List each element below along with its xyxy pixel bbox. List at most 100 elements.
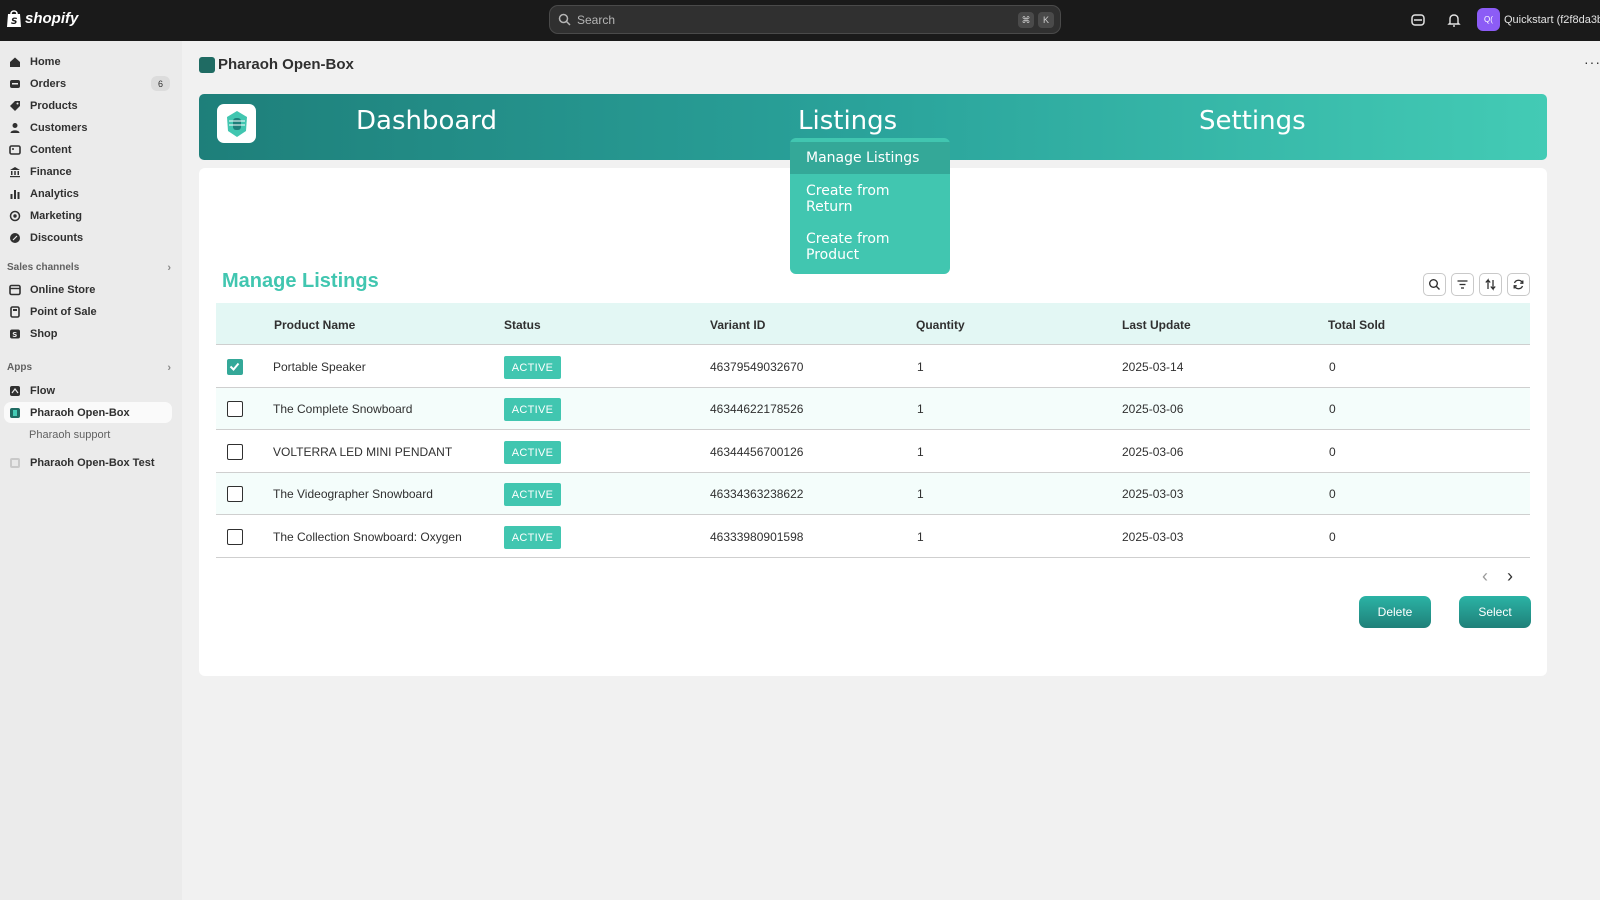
sidebar-item-online-store[interactable]: Online Store [4, 279, 172, 300]
sidebar-item-label: Online Store [30, 283, 96, 296]
search-button[interactable] [1423, 273, 1446, 296]
quantity: 1 [917, 530, 924, 544]
next-page-button[interactable]: › [1507, 566, 1513, 587]
refresh-icon [1513, 279, 1524, 290]
table-row[interactable]: The Collection Snowboard: Oxygen ACTIVE … [216, 516, 1530, 558]
row-checkbox[interactable] [227, 401, 243, 417]
more-actions-button[interactable]: ··· [1584, 54, 1600, 70]
menu-item-create-from-return[interactable]: Create from Return [790, 183, 900, 215]
shopify-logo[interactable]: S shopify [6, 9, 78, 28]
shortcut-key-k: K [1038, 12, 1054, 28]
column-header-quantity[interactable]: Quantity [916, 318, 965, 332]
pharaoh-logo[interactable] [217, 104, 256, 143]
column-header-total-sold[interactable]: Total Sold [1328, 318, 1385, 332]
row-checkbox[interactable] [227, 359, 243, 375]
row-checkbox[interactable] [227, 529, 243, 545]
sidebar-item-label: Discounts [30, 231, 84, 244]
table-header: Product Name Status Variant ID Quantity … [216, 303, 1530, 345]
product-name: The Collection Snowboard: Oxygen [273, 530, 462, 544]
page-title-text: Pharaoh Open-Box [218, 56, 354, 73]
search-icon [1429, 279, 1440, 290]
chevron-right-icon: › [167, 362, 171, 374]
sort-button[interactable] [1479, 273, 1502, 296]
pos-icon [10, 305, 20, 318]
filter-button[interactable] [1451, 273, 1474, 296]
table-row[interactable]: VOLTERRA LED MINI PENDANT ACTIVE 4634445… [216, 431, 1530, 473]
app-icon [199, 56, 215, 73]
product-name: The Complete Snowboard [273, 402, 413, 416]
sidebar-item-label: Flow [30, 384, 56, 397]
svg-text:S: S [12, 331, 17, 339]
chevron-right-icon: › [167, 262, 171, 274]
sidebar-item-products[interactable]: Products [4, 95, 172, 116]
sidebar-item-discounts[interactable]: Discounts [4, 227, 172, 248]
sidebar-item-pharaoh-open-box[interactable]: Pharaoh Open-Box [4, 402, 172, 423]
sidebar-item-flow[interactable]: Flow [4, 380, 172, 401]
refresh-button[interactable] [1507, 273, 1530, 296]
sales-channels-heading[interactable]: Sales channels › [7, 262, 171, 274]
sidebar-item-customers[interactable]: Customers [4, 117, 172, 138]
table-row[interactable]: Portable Speaker ACTIVE 46379549032670 1… [216, 346, 1530, 388]
menu-item-manage-listings[interactable]: Manage Listings [790, 142, 950, 174]
row-checkbox[interactable] [227, 486, 243, 502]
tab-dashboard[interactable]: Dashboard [356, 106, 497, 136]
sidebar-item-label: Point of Sale [30, 305, 97, 318]
bell-icon[interactable] [1446, 12, 1462, 28]
sidebar-item-home[interactable]: Home [4, 51, 172, 72]
filter-icon [1457, 280, 1468, 289]
select-button[interactable]: Select [1459, 596, 1531, 628]
column-header-product-name[interactable]: Product Name [274, 318, 355, 332]
shop-icon: S [10, 329, 20, 339]
search-input[interactable]: Search ⌘ K [549, 5, 1061, 34]
pharaoh-icon [226, 110, 247, 137]
last-update: 2025-03-06 [1122, 402, 1184, 416]
quantity: 1 [917, 487, 924, 501]
quantity: 1 [917, 402, 924, 416]
sidebar-item-label: Marketing [30, 209, 82, 222]
content-icon [9, 144, 21, 155]
sidebar-item-shop[interactable]: S Shop [4, 323, 172, 344]
search-icon [558, 13, 571, 26]
tab-settings[interactable]: Settings [1199, 106, 1306, 136]
store-icon [9, 284, 21, 295]
menu-item-create-from-product[interactable]: Create from Product [790, 231, 900, 263]
target-icon [9, 210, 21, 221]
inbox-icon[interactable] [1410, 12, 1426, 28]
apps-heading[interactable]: Apps › [7, 362, 171, 374]
sidebar-item-finance[interactable]: Finance [4, 161, 172, 182]
status-badge: ACTIVE [504, 441, 561, 464]
table-row[interactable]: The Videographer Snowboard ACTIVE 463343… [216, 473, 1530, 515]
row-checkbox[interactable] [227, 444, 243, 460]
sidebar-item-pharaoh-open-box-test[interactable]: Pharaoh Open-Box Test [4, 452, 172, 473]
sidebar-item-label: Orders [30, 77, 67, 90]
variant-id: 46344622178526 [710, 402, 804, 416]
sidebar-item-marketing[interactable]: Marketing [4, 205, 172, 226]
sidebar-item-label: Content [30, 143, 72, 156]
sidebar-item-orders[interactable]: Orders 6 [4, 73, 172, 94]
sidebar-item-label: Shop [30, 327, 58, 340]
sales-channels-heading-label: Sales channels [7, 262, 80, 273]
total-sold: 0 [1329, 487, 1336, 501]
previous-page-button[interactable]: ‹ [1482, 566, 1488, 587]
sidebar-item-label: Customers [30, 121, 88, 134]
page-title: Pharaoh Open-Box [199, 56, 354, 73]
app-icon [10, 407, 20, 418]
column-header-status[interactable]: Status [504, 318, 541, 332]
sidebar-item-analytics[interactable]: Analytics [4, 183, 172, 204]
sidebar-item-label: Products [30, 99, 78, 112]
tab-listings[interactable]: Listings [798, 106, 897, 136]
sidebar-item-point-of-sale[interactable]: Point of Sale [4, 301, 172, 322]
table-row[interactable]: The Complete Snowboard ACTIVE 4634462217… [216, 388, 1530, 430]
delete-button[interactable]: Delete [1359, 596, 1431, 628]
sidebar-item-content[interactable]: Content [4, 139, 172, 160]
orders-icon [10, 79, 20, 88]
column-header-variant-id[interactable]: Variant ID [710, 318, 765, 332]
orders-count-badge: 6 [151, 76, 170, 91]
column-header-last-update[interactable]: Last Update [1122, 318, 1191, 332]
last-update: 2025-03-14 [1122, 360, 1184, 374]
person-icon [10, 122, 20, 133]
sidebar-item-label: Pharaoh Open-Box Test [30, 456, 155, 469]
sidebar-item-pharaoh-support[interactable]: Pharaoh support [4, 424, 172, 445]
section-title: Manage Listings [222, 270, 379, 292]
user-menu[interactable]: Q( Quickstart (f2f8da3b [1477, 8, 1600, 31]
